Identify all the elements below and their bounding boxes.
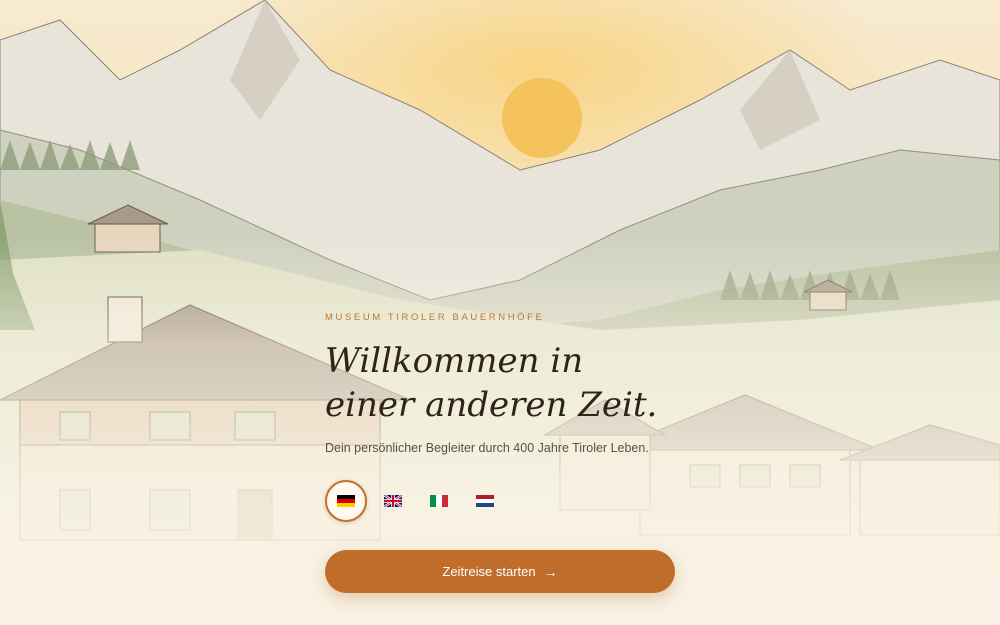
arrow-right-icon: → xyxy=(543,563,558,580)
start-journey-button[interactable]: Zeitreise starten → xyxy=(325,550,675,593)
page-title: Willkommen in einer anderen Zeit. xyxy=(325,339,685,427)
title-line-1: Willkommen in xyxy=(325,341,584,381)
museum-eyebrow: MUSEUM TIROLER BAUERNHÖFE xyxy=(325,312,545,323)
german-flag-icon xyxy=(337,495,355,507)
language-option-nl[interactable] xyxy=(465,481,505,521)
start-journey-label: Zeitreise starten xyxy=(442,564,536,579)
uk-flag-icon xyxy=(384,495,402,507)
title-line-2: einer anderen Zeit. xyxy=(325,385,658,425)
hero-content: MUSEUM TIROLER BAUERNHÖFE Willkommen in … xyxy=(325,312,685,455)
language-selector xyxy=(325,480,505,522)
dutch-flag-icon xyxy=(476,495,494,507)
italian-flag-icon xyxy=(430,495,448,507)
language-option-de[interactable] xyxy=(325,480,367,522)
language-option-it[interactable] xyxy=(419,481,459,521)
language-option-en[interactable] xyxy=(373,481,413,521)
hero-subtitle: Dein persönlicher Begleiter durch 400 Ja… xyxy=(325,441,649,455)
